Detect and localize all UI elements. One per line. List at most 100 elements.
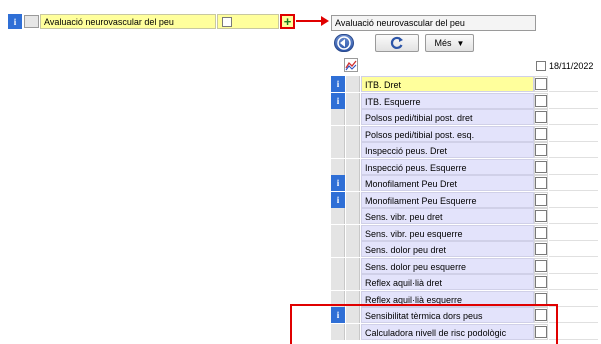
- row-checkbox[interactable]: [535, 259, 547, 272]
- row-label: Sens. dolor peu dret: [361, 241, 534, 257]
- row-label: Inspecció peus. Esquerre: [361, 158, 534, 175]
- row-handle[interactable]: [346, 142, 360, 158]
- row-checkbox-cell: [534, 191, 548, 208]
- row-value-cell[interactable]: [549, 191, 598, 208]
- info-icon[interactable]: i: [8, 14, 22, 29]
- list-item[interactable]: Sens. dolor peu dret: [331, 241, 601, 258]
- row-value-cell[interactable]: [549, 76, 598, 92]
- row-spacer: [331, 241, 345, 257]
- more-button[interactable]: Més ▼: [425, 34, 474, 52]
- row-handle[interactable]: [346, 158, 360, 175]
- row-value-cell[interactable]: [549, 158, 598, 175]
- list-item[interactable]: Sens. dolor peu esquerre: [331, 257, 601, 275]
- row-handle[interactable]: [346, 76, 360, 92]
- row-value-cell[interactable]: [549, 241, 598, 257]
- row-value-cell[interactable]: [549, 92, 598, 109]
- row-value-cell[interactable]: [549, 208, 598, 224]
- list-item[interactable]: Sens. vibr. peu esquerre: [331, 224, 601, 242]
- collapsed-group-row[interactable]: i Avaluació neurovascular del peu +: [8, 14, 295, 29]
- row-value-cell[interactable]: [549, 125, 598, 142]
- row-checkbox[interactable]: [535, 210, 547, 222]
- row-checkbox[interactable]: [535, 111, 547, 123]
- row-checkbox[interactable]: [535, 127, 547, 140]
- row-handle[interactable]: [346, 274, 360, 290]
- group-label: Avaluació neurovascular del peu: [40, 14, 216, 29]
- row-checkbox[interactable]: [535, 78, 547, 90]
- row-label: Sens. vibr. peu esquerre: [361, 224, 534, 241]
- row-label: Inspecció peus. Dret: [361, 142, 534, 158]
- row-handle[interactable]: [24, 15, 39, 28]
- row-handle[interactable]: [346, 224, 360, 241]
- row-checkbox[interactable]: [535, 226, 547, 239]
- list-item[interactable]: Inspecció peus. Dret: [331, 142, 601, 159]
- list-item[interactable]: Reflex aquil·lià dret: [331, 274, 601, 291]
- row-handle[interactable]: [346, 109, 360, 125]
- row-handle[interactable]: [346, 92, 360, 109]
- row-label: Reflex aquil·lià dret: [361, 274, 534, 290]
- list-item[interactable]: i ITB. Esquerre: [331, 92, 601, 110]
- row-checkbox[interactable]: [535, 144, 547, 156]
- line-chart-icon: [345, 60, 357, 71]
- list-item[interactable]: Polsos pedi/tibial post. esq.: [331, 125, 601, 143]
- group-checkbox[interactable]: [222, 17, 232, 27]
- row-value-cell[interactable]: [549, 109, 598, 125]
- list-item[interactable]: Polsos pedi/tibial post. dret: [331, 109, 601, 126]
- row-value-cell[interactable]: [549, 257, 598, 274]
- row-spacer: [331, 125, 345, 142]
- info-icon[interactable]: i: [331, 191, 345, 208]
- list-item[interactable]: i Monofilament Peu Dret: [331, 175, 601, 192]
- list-item[interactable]: i ITB. Dret: [331, 76, 601, 93]
- row-checkbox-cell: [534, 241, 548, 257]
- date-checkbox[interactable]: [536, 61, 546, 71]
- row-checkbox[interactable]: [535, 177, 547, 189]
- row-label: ITB. Dret: [361, 76, 534, 92]
- row-handle[interactable]: [346, 125, 360, 142]
- row-checkbox[interactable]: [535, 292, 547, 305]
- row-handle[interactable]: [346, 208, 360, 224]
- row-spacer: [331, 158, 345, 175]
- row-checkbox-cell: [534, 224, 548, 241]
- row-handle[interactable]: [346, 191, 360, 208]
- row-checkbox-cell: [534, 208, 548, 224]
- row-spacer: [331, 109, 345, 125]
- info-icon[interactable]: i: [331, 175, 345, 191]
- back-button[interactable]: [334, 34, 354, 52]
- row-spacer: [331, 224, 345, 241]
- row-checkbox-cell: [534, 109, 548, 125]
- row-spacer: [331, 208, 345, 224]
- row-checkbox-cell: [534, 257, 548, 274]
- refresh-button[interactable]: [375, 34, 419, 52]
- row-handle[interactable]: [346, 175, 360, 191]
- measurement-list: i ITB. Dret i ITB. Esquerre Polsos pedi/tibi…: [331, 76, 601, 341]
- row-checkbox[interactable]: [535, 160, 547, 173]
- circle-arrow-left-icon: [337, 36, 351, 50]
- list-item[interactable]: Inspecció peus. Esquerre: [331, 158, 601, 176]
- row-spacer: [331, 257, 345, 274]
- row-handle[interactable]: [346, 257, 360, 274]
- row-handle[interactable]: [346, 241, 360, 257]
- row-value-cell[interactable]: [549, 274, 598, 290]
- chevron-down-icon: ▼: [456, 38, 465, 48]
- row-checkbox[interactable]: [535, 243, 547, 255]
- row-checkbox[interactable]: [535, 94, 547, 107]
- row-checkbox[interactable]: [535, 276, 547, 288]
- row-label: Monofilament Peu Esquerre: [361, 191, 534, 208]
- highlight-frame: [290, 304, 558, 344]
- row-checkbox-cell: [534, 142, 548, 158]
- row-checkbox[interactable]: [535, 193, 547, 206]
- group-value-cell: [217, 14, 279, 29]
- info-icon[interactable]: i: [331, 92, 345, 109]
- refresh-icon: [390, 36, 403, 50]
- row-value-cell[interactable]: [549, 142, 598, 158]
- list-item[interactable]: Sens. vibr. peu dret: [331, 208, 601, 225]
- row-value-cell[interactable]: [549, 224, 598, 241]
- row-value-cell[interactable]: [549, 175, 598, 191]
- info-icon[interactable]: i: [331, 76, 345, 92]
- chart-button[interactable]: [344, 58, 358, 72]
- expand-button[interactable]: +: [280, 14, 295, 29]
- row-checkbox-cell: [534, 76, 548, 92]
- date-header: 18/11/2022: [536, 59, 601, 73]
- arrow-right-icon: [296, 16, 329, 26]
- list-item[interactable]: i Monofilament Peu Esquerre: [331, 191, 601, 209]
- panel-title: Avaluació neurovascular del peu: [331, 15, 536, 31]
